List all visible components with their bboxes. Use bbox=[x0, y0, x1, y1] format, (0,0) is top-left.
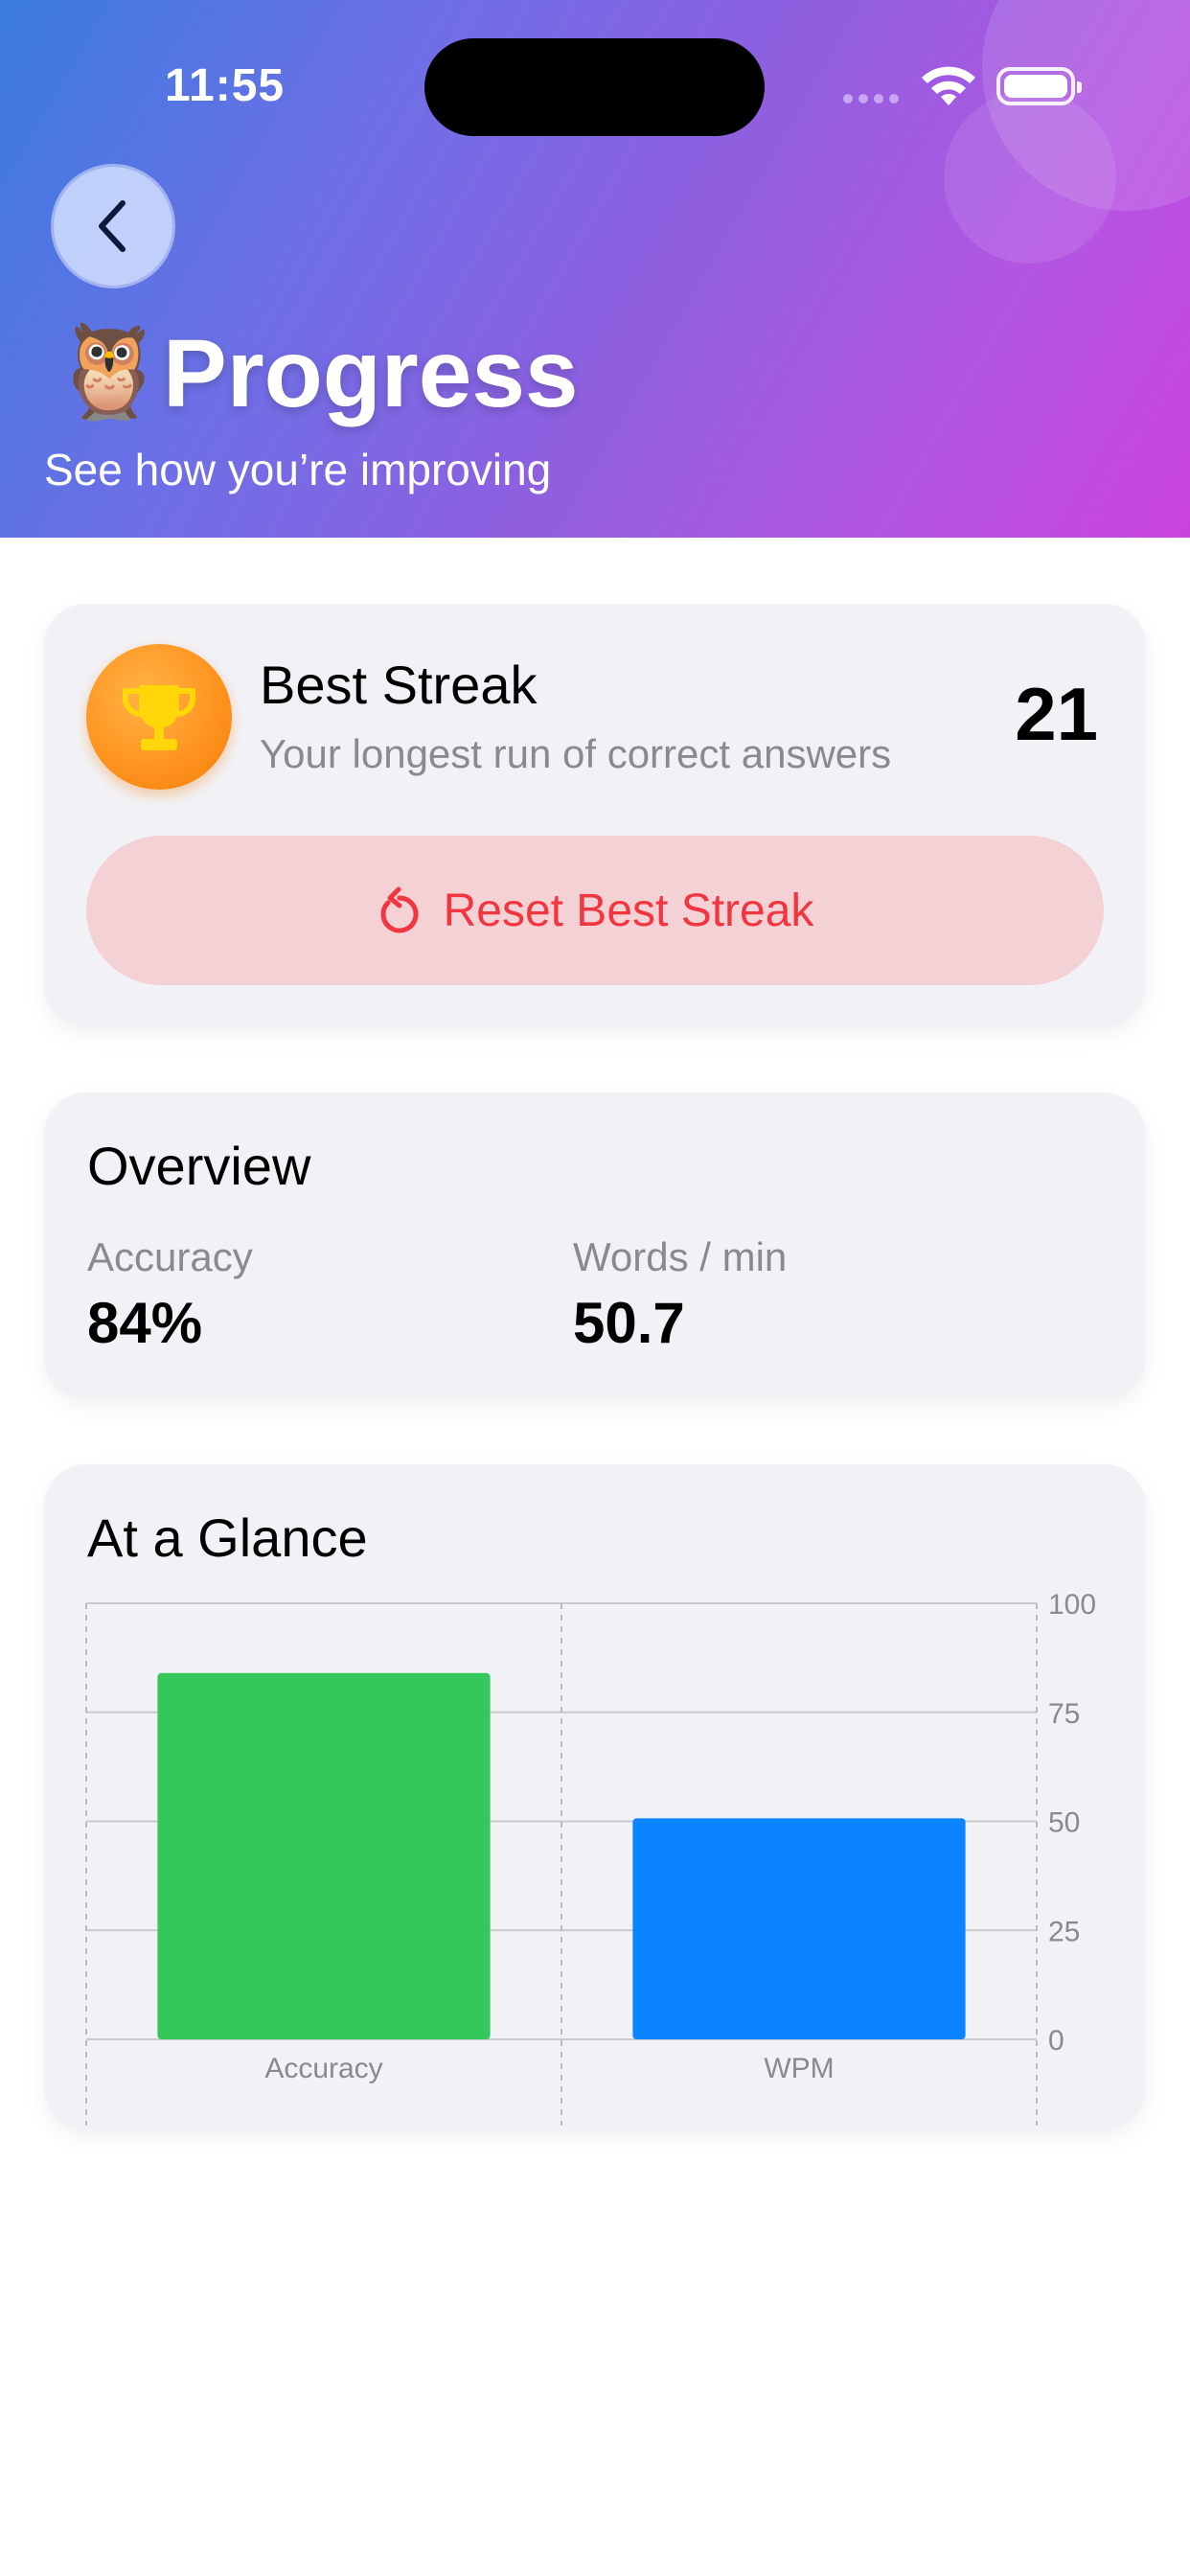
best-streak-description: Your longest run of correct answers bbox=[260, 731, 892, 776]
reset-best-streak-button[interactable]: Reset Best Streak bbox=[86, 836, 1104, 985]
wpm-label: Words / min bbox=[573, 1234, 788, 1279]
best-streak-title: Best Streak bbox=[260, 655, 538, 715]
owl-icon: 🦉 bbox=[52, 320, 167, 423]
trophy-icon bbox=[86, 644, 232, 790]
bar-chart: Accuracy WPM 0 25 50 75 100 bbox=[85, 1589, 1096, 2126]
bar-accuracy bbox=[157, 1672, 491, 2039]
cellular-signal-icon bbox=[843, 94, 899, 104]
status-time: 11:55 bbox=[165, 60, 286, 111]
reset-icon bbox=[380, 886, 419, 933]
accuracy-value: 84% bbox=[87, 1291, 203, 1355]
chevron-left-icon bbox=[99, 200, 126, 252]
trophy-glyph bbox=[123, 685, 195, 750]
at-a-glance-card: At a Glance Accuracy WPM 0 25 50 75 100 bbox=[44, 1464, 1146, 2130]
x-tick-label: WPM bbox=[764, 2053, 834, 2084]
y-tick-label: 75 bbox=[1048, 1698, 1080, 1730]
wifi-icon bbox=[922, 66, 975, 105]
y-tick-label: 0 bbox=[1048, 2025, 1064, 2057]
header: 11:55 🦉 Progress See how you’re improvin… bbox=[0, 0, 1190, 538]
best-streak-value: 21 bbox=[1015, 672, 1098, 756]
overview-card: Overview Accuracy 84% Words / min 50.7 bbox=[44, 1092, 1146, 1399]
dynamic-island bbox=[424, 38, 765, 136]
page-subtitle: See how you’re improving bbox=[44, 445, 552, 494]
y-tick-label: 25 bbox=[1048, 1916, 1080, 1947]
reset-best-streak-label: Reset Best Streak bbox=[443, 885, 814, 936]
wpm-value: 50.7 bbox=[573, 1291, 685, 1355]
decorative-bubble bbox=[944, 91, 1116, 264]
page-title: Progress bbox=[163, 320, 579, 427]
battery-icon bbox=[996, 67, 1082, 105]
best-streak-card: Best Streak Your longest run of correct … bbox=[44, 604, 1146, 1027]
back-button[interactable] bbox=[54, 167, 172, 286]
accuracy-label: Accuracy bbox=[87, 1234, 253, 1279]
y-tick-label: 50 bbox=[1048, 1807, 1080, 1839]
overview-title: Overview bbox=[87, 1136, 311, 1196]
bar-wpm bbox=[632, 1818, 966, 2039]
x-tick-label: Accuracy bbox=[264, 2053, 382, 2084]
y-tick-label: 100 bbox=[1048, 1589, 1096, 1621]
